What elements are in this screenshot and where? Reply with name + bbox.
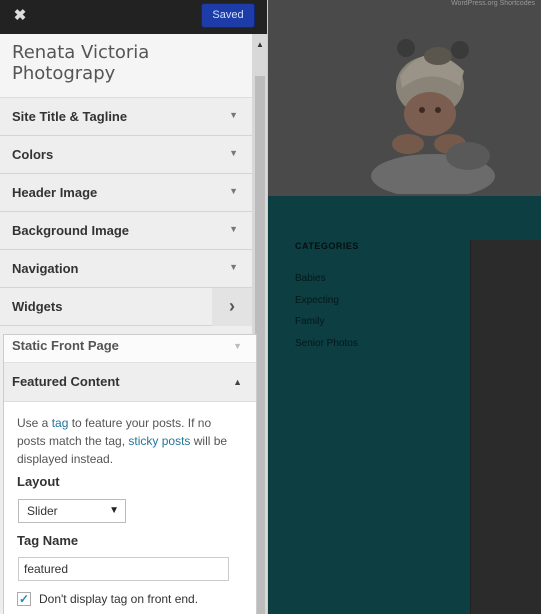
hide-tag-checkbox[interactable]: ✓	[17, 592, 31, 606]
preview-header-image: WordPress.org Shortcodes	[268, 0, 541, 196]
preview-hint-text: WordPress.org Shortcodes	[451, 0, 535, 7]
tag-name-label: Tag Name	[17, 533, 79, 548]
section-header-image[interactable]: Header Image ▼	[0, 174, 252, 212]
chevron-down-icon: ▼	[229, 224, 238, 234]
category-link[interactable]: Babies	[295, 273, 326, 284]
customizer-header: ✖ Saved	[0, 0, 267, 34]
site-info: Renata Victoria Photograpy	[0, 34, 252, 98]
hide-tag-label: Don't display tag on front end.	[39, 592, 199, 606]
desc-text: Use a	[17, 416, 52, 430]
section-colors[interactable]: Colors ▼	[0, 136, 252, 174]
featured-content-body: Use a tag to feature your posts. If no p…	[4, 402, 256, 614]
section-static-front-page[interactable]: Static Front Page ▼	[4, 335, 256, 363]
featured-content-panel: Static Front Page ▼ Featured Content ▲ U…	[3, 334, 257, 614]
chevron-down-icon: ▼	[229, 110, 238, 120]
categories-heading: CATEGORIES	[295, 241, 359, 251]
featured-description: Use a tag to feature your posts. If no p…	[17, 414, 242, 468]
caret-down-icon: ▼	[109, 505, 119, 516]
preview-content-area: CATEGORIES Babies Expecting Family Senio…	[268, 196, 541, 614]
preview-content-image	[470, 240, 541, 614]
section-widgets[interactable]: Widgets ›	[0, 288, 252, 326]
section-featured-content[interactable]: Featured Content ▲	[4, 363, 256, 402]
section-navigation[interactable]: Navigation ▼	[0, 250, 252, 288]
hide-tag-option[interactable]: ✓ Don't display tag on front end.	[17, 591, 247, 609]
sticky-posts-link[interactable]: sticky posts	[128, 434, 190, 448]
baby-photo	[371, 39, 495, 194]
tag-link[interactable]: tag	[52, 416, 69, 430]
section-label: Widgets	[12, 299, 63, 314]
section-site-title-tagline[interactable]: Site Title & Tagline ▼	[0, 98, 252, 136]
scroll-up-icon[interactable]: ▲	[256, 40, 264, 49]
chevron-down-icon: ▼	[229, 148, 238, 158]
chevron-down-icon: ▼	[229, 186, 238, 196]
tag-name-input[interactable]: featured	[18, 557, 229, 581]
section-label: Static Front Page	[12, 338, 119, 353]
chevron-up-icon: ▲	[233, 377, 242, 387]
layout-label: Layout	[17, 474, 60, 489]
section-label: Background Image	[12, 223, 130, 238]
section-label: Colors	[12, 147, 54, 162]
section-label: Featured Content	[12, 374, 120, 389]
site-title: Renata Victoria Photograpy	[12, 42, 150, 84]
section-background-image[interactable]: Background Image ▼	[0, 212, 252, 250]
section-label: Header Image	[12, 185, 98, 200]
section-label: Site Title & Tagline	[12, 109, 128, 124]
close-icon[interactable]: ✖	[8, 5, 32, 27]
customizer-sidebar: ✖ Saved Renata Victoria Photograpy Site …	[0, 0, 268, 614]
layout-select-value: Slider	[27, 504, 58, 518]
section-label: Navigation	[12, 261, 79, 276]
layout-select[interactable]: Slider ▼	[18, 499, 126, 523]
chevron-down-icon: ▼	[229, 262, 238, 272]
category-link[interactable]: Family	[295, 316, 324, 327]
site-preview[interactable]: WordPress.org Shortcodes CATEGORIES Babi…	[268, 0, 541, 614]
chevron-down-icon: ▼	[233, 341, 242, 351]
save-button[interactable]: Saved	[201, 3, 255, 28]
chevron-right-icon[interactable]: ›	[212, 288, 252, 326]
category-link[interactable]: Senior Photos	[295, 338, 358, 349]
category-link[interactable]: Expecting	[295, 295, 339, 306]
